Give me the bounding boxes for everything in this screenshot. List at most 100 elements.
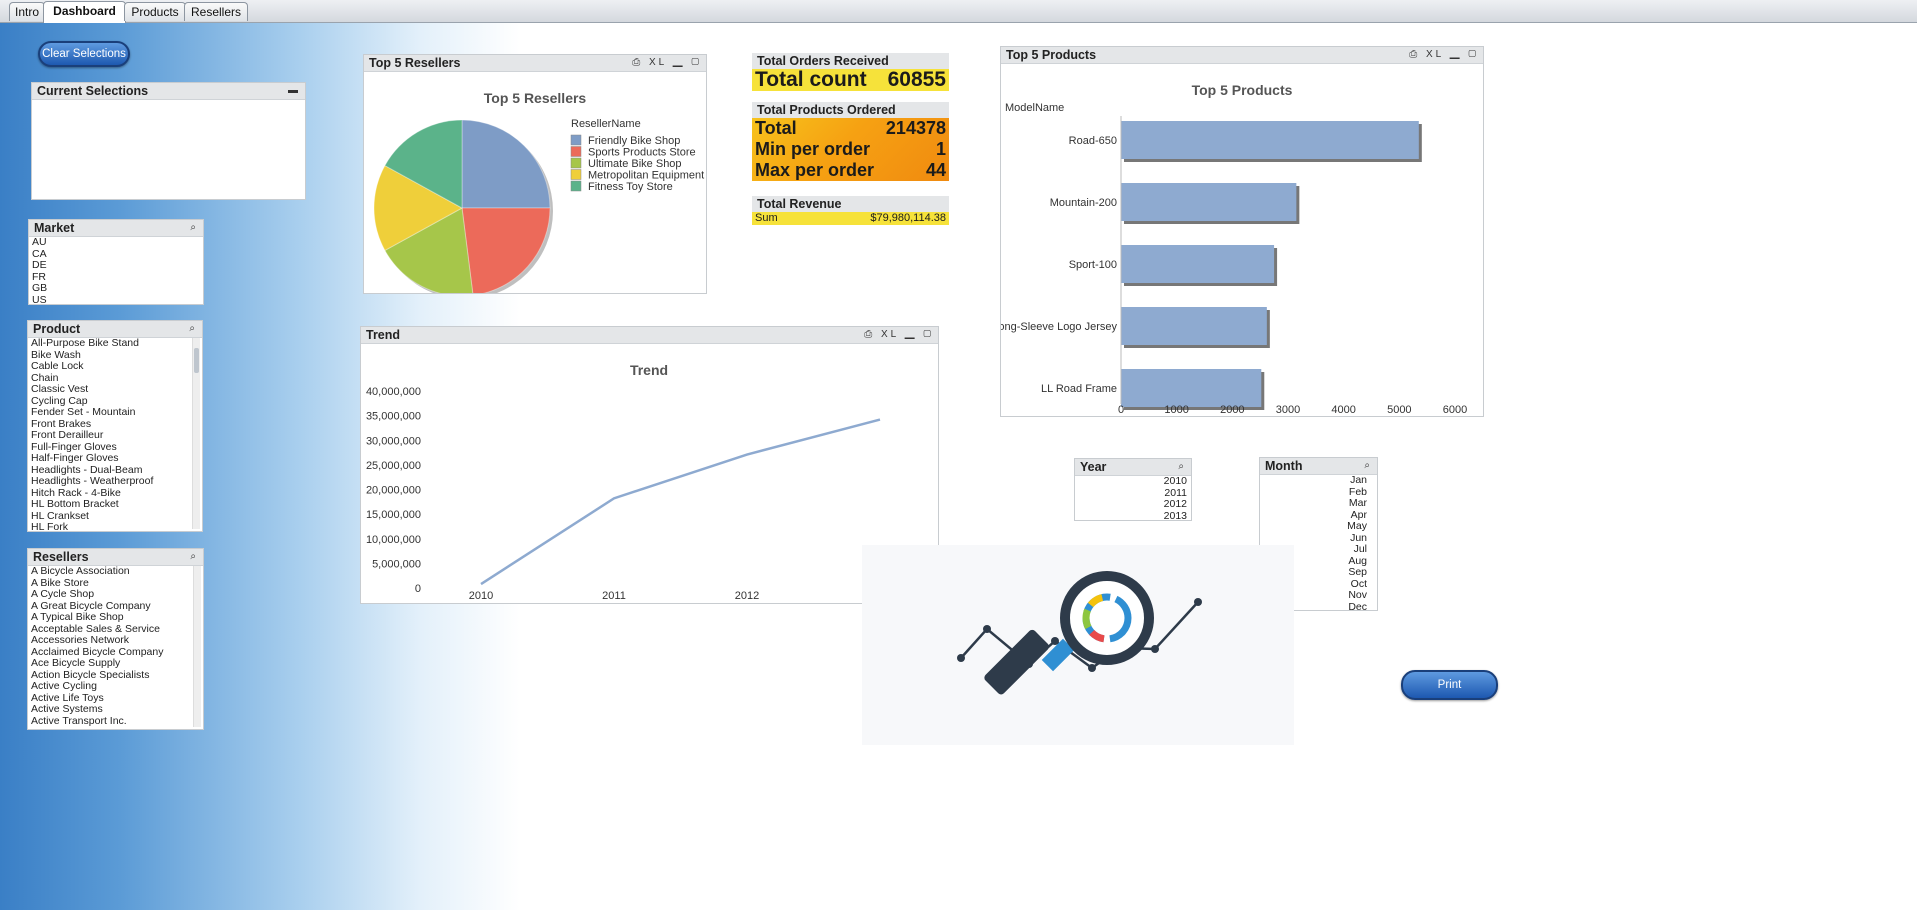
pie-legend-label: Metropolitan Equipment — [588, 170, 704, 182]
top-products-chart-box: Top 5 Products ⎙ XL ▁ ▢ Top 5 Products Mo… — [992, 46, 1484, 417]
search-icon[interactable]: ⌕ — [1364, 458, 1373, 474]
trend-title: Trend — [630, 362, 668, 378]
search-icon[interactable]: ⌕ — [189, 321, 198, 337]
list-item[interactable]: 2012 — [1078, 498, 1187, 511]
list-item[interactable]: HL Bottom Bracket — [31, 498, 202, 511]
list-item[interactable]: AU — [32, 237, 203, 249]
list-item[interactable]: Front Derailleur — [31, 429, 202, 442]
total-orders-box: Total Orders Received Total count 60855 — [752, 53, 949, 91]
trend-y-tick-label: 30,000,000 — [366, 435, 421, 447]
bar-tick-label: 3000 — [1276, 404, 1300, 416]
pie-title: Top 5 Resellers — [484, 90, 587, 106]
pie-legend-label: Sports Products Store — [588, 147, 696, 159]
list-item[interactable]: Cable Lock — [31, 360, 202, 373]
pie-legend-swatch — [570, 157, 582, 169]
market-items: AU CA DE FR GB US — [29, 237, 203, 306]
list-item[interactable]: 2013 — [1078, 510, 1187, 523]
total-revenue-title: Total Revenue — [752, 196, 949, 212]
list-item[interactable]: Classic Vest — [31, 383, 202, 396]
list-item[interactable]: HL Fork — [31, 521, 202, 534]
trend-x-tick-label: 2010 — [469, 590, 493, 602]
print-button[interactable]: Print — [1401, 670, 1498, 700]
list-item[interactable]: Ace Bicycle Supply — [31, 657, 203, 670]
total-label: Total — [755, 118, 797, 138]
list-item[interactable]: Jun — [1263, 532, 1367, 545]
list-item[interactable]: Active Cycling — [31, 680, 203, 693]
month-title: Month — [1265, 459, 1303, 473]
scroll-thumb[interactable] — [194, 348, 199, 373]
products-total-row: Total 214378 — [752, 118, 949, 139]
list-item[interactable]: May — [1263, 520, 1367, 533]
caption-toolbar-icons[interactable]: ⎙ XL ▁ ▢ — [1409, 47, 1479, 63]
product-listbox: Product ⌕ All-Purpose Bike Stand Bike Was… — [27, 320, 203, 534]
trend-chart-box: Trend ⎙ XL ▁ ▢ Trend 0 5,000,000 10,000,000… — [360, 326, 939, 604]
market-title: Market — [34, 221, 75, 235]
list-item[interactable]: A Cycle Shop — [31, 588, 203, 601]
list-item[interactable]: DE — [32, 259, 203, 272]
trend-y-tick-label: 25,000,000 — [366, 460, 421, 472]
bar-tick-label: 5000 — [1387, 404, 1411, 416]
caption-toolbar-icons[interactable]: ⎙ XL ▁ ▢ — [632, 55, 702, 71]
bar-tick-label: 1000 — [1164, 404, 1188, 416]
trend-y-tick-label: 15,000,000 — [366, 509, 421, 521]
top-resellers-caption-text: Top 5 Resellers — [369, 56, 461, 70]
bar — [1121, 369, 1262, 407]
total-count-value: 60855 — [887, 68, 946, 91]
revenue-row: Sum $79,980,114.38 — [752, 212, 949, 225]
caption-toolbar-icons[interactable]: ⎙ XL ▁ ▢ — [864, 327, 934, 343]
minimize-icon[interactable]: ▬ — [288, 83, 301, 99]
list-item[interactable]: All-Purpose Bike Stand — [31, 338, 202, 350]
list-item[interactable]: 2010 — [1078, 476, 1187, 488]
list-item[interactable]: US — [32, 294, 203, 307]
trend-y-tick-label: 20,000,000 — [366, 485, 421, 497]
pie-slice — [461, 207, 551, 296]
search-icon[interactable]: ⌕ — [190, 220, 199, 236]
list-item[interactable]: A Bicycle Association — [31, 566, 203, 578]
min-per-order-label: Min per order — [755, 139, 871, 159]
list-item[interactable]: Accessories Network — [31, 634, 203, 647]
list-item[interactable]: Active Transport Inc. — [31, 715, 203, 728]
list-item[interactable]: Active Systems — [31, 703, 203, 716]
list-item[interactable]: GB — [32, 282, 203, 295]
list-item[interactable]: CA — [32, 248, 203, 261]
total-orders-row: Total count 60855 — [752, 69, 949, 91]
search-icon[interactable]: ⌕ — [1178, 459, 1187, 475]
list-item[interactable]: A Typical Bike Shop — [31, 611, 203, 624]
clear-selections-button[interactable]: Clear Selections — [38, 41, 130, 67]
max-per-order-row: Max per order 44 — [752, 160, 949, 181]
list-item[interactable]: FR — [32, 271, 203, 284]
list-item[interactable]: Mar — [1263, 497, 1367, 510]
trend-y-tick-label: 0 — [415, 583, 421, 595]
top-resellers-chart-box: Top 5 Resellers ⎙ XL ▁ ▢ Top 5 Resellers… — [363, 54, 707, 299]
top-products-caption-text: Top 5 Products — [1006, 48, 1097, 62]
tab-products[interactable]: Products — [124, 2, 186, 21]
current-selections-caption: Current Selections ▬ — [32, 83, 305, 100]
search-icon[interactable]: ⌕ — [190, 549, 199, 565]
list-item[interactable]: Jan — [1263, 475, 1367, 487]
month-caption: Month ⌕ — [1260, 458, 1377, 475]
pie-legend-swatch — [570, 169, 582, 180]
list-item[interactable]: Fender Set - Mountain — [31, 406, 202, 419]
total-products-ordered-box: Total Products Ordered Total 214378 Min … — [752, 102, 949, 182]
list-item[interactable]: Headlights - Weatherproof — [31, 475, 202, 488]
bar-category-label: Road-650 — [1069, 135, 1117, 147]
trend-y-tick-label: 35,000,000 — [366, 411, 421, 423]
year-listbox: Year ⌕ 2010 2011 2012 2013 — [1074, 458, 1192, 521]
max-per-order-value: 44 — [925, 160, 946, 180]
top-products-caption: Top 5 Products ⎙ XL ▁ ▢ — [1001, 47, 1483, 64]
trend-x-tick-label: 2012 — [735, 590, 759, 602]
total-orders-title: Total Orders Received — [752, 53, 949, 69]
product-caption: Product ⌕ — [28, 321, 202, 338]
analytics-magnifier-illustration — [862, 545, 1294, 745]
tab-resellers[interactable]: Resellers — [184, 2, 248, 21]
tab-dashboard[interactable]: Dashboard — [43, 1, 126, 23]
resellers-scrollbar[interactable] — [193, 566, 201, 727]
min-per-order-value: 1 — [935, 139, 946, 159]
market-caption: Market ⌕ — [29, 220, 203, 237]
list-item[interactable]: Half-Finger Gloves — [31, 452, 202, 465]
bar — [1121, 121, 1419, 159]
tab-intro[interactable]: Intro — [9, 2, 45, 21]
pie-legend-swatch — [570, 146, 582, 157]
min-per-order-row: Min per order 1 — [752, 139, 949, 160]
product-scrollbar[interactable] — [192, 338, 200, 529]
